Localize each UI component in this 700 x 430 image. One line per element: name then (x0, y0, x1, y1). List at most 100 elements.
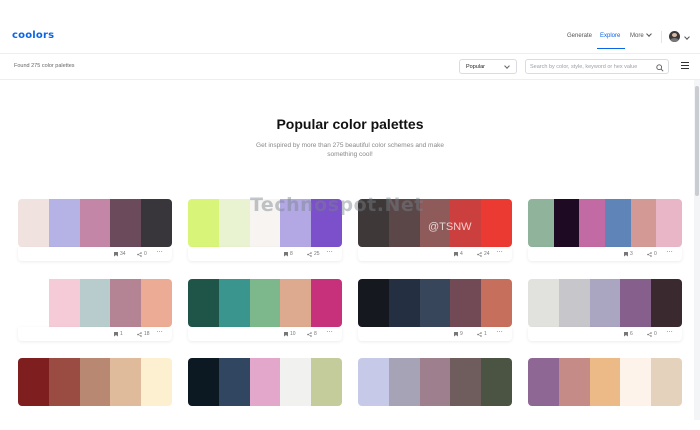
palette-card[interactable]: ··· (528, 358, 682, 406)
share-count[interactable]: 25 (307, 251, 320, 257)
color-swatch[interactable] (188, 199, 219, 247)
palette-card[interactable]: 6 0 ··· (528, 279, 682, 337)
color-swatch[interactable] (218, 199, 250, 247)
palette-swatches[interactable] (188, 279, 342, 327)
color-swatch[interactable] (141, 358, 172, 406)
more-options-icon[interactable]: ··· (156, 327, 163, 336)
color-swatch[interactable] (141, 199, 172, 247)
save-count[interactable]: 6 (624, 331, 633, 337)
sort-dropdown[interactable]: Popular (459, 59, 517, 74)
palette-card[interactable]: ··· (188, 358, 342, 406)
color-swatch[interactable] (188, 279, 219, 327)
nav-explore[interactable]: Explore (600, 33, 620, 39)
save-count[interactable]: 34 (114, 251, 126, 257)
palette-card[interactable]: 9 1 ··· (358, 279, 512, 337)
palette-swatches[interactable] (18, 199, 172, 247)
color-swatch[interactable] (249, 358, 281, 406)
palette-swatches[interactable] (358, 358, 512, 406)
user-avatar[interactable] (669, 31, 680, 42)
palette-card[interactable]: 34 0 ··· (18, 199, 172, 257)
color-swatch[interactable] (605, 199, 631, 247)
palette-swatches[interactable] (18, 279, 172, 327)
color-swatch[interactable] (79, 279, 111, 327)
color-swatch[interactable] (218, 279, 250, 327)
share-count[interactable]: 0 (647, 251, 657, 257)
save-count[interactable]: 8 (284, 251, 293, 257)
color-swatch[interactable] (110, 279, 142, 327)
color-swatch[interactable] (388, 358, 420, 406)
color-swatch[interactable] (79, 358, 111, 406)
color-swatch[interactable] (280, 279, 312, 327)
share-count[interactable]: 0 (137, 251, 147, 257)
color-swatch[interactable] (558, 279, 590, 327)
color-swatch[interactable] (110, 199, 142, 247)
more-options-icon[interactable]: ··· (666, 247, 673, 256)
color-swatch[interactable] (589, 279, 621, 327)
color-swatch[interactable] (651, 279, 682, 327)
color-swatch[interactable] (358, 358, 389, 406)
color-swatch[interactable] (553, 199, 580, 247)
more-options-icon[interactable]: ··· (496, 327, 503, 336)
color-swatch[interactable] (620, 358, 652, 406)
palette-swatches[interactable] (18, 358, 172, 406)
color-swatch[interactable] (358, 279, 389, 327)
palette-card[interactable]: 10 8 ··· (188, 279, 342, 337)
scrollbar-thumb[interactable] (695, 86, 699, 196)
more-options-icon[interactable]: ··· (666, 327, 673, 336)
color-swatch[interactable] (110, 358, 142, 406)
share-count[interactable]: 0 (647, 331, 657, 337)
chevron-down-icon[interactable] (684, 34, 690, 40)
color-swatch[interactable] (528, 279, 559, 327)
color-swatch[interactable] (141, 279, 172, 327)
save-count[interactable]: 4 (454, 251, 463, 257)
color-swatch[interactable] (311, 279, 342, 327)
color-swatch[interactable] (311, 358, 342, 406)
palette-card[interactable]: ··· (18, 358, 172, 406)
color-swatch[interactable] (481, 279, 512, 327)
color-swatch[interactable] (620, 279, 652, 327)
color-swatch[interactable] (249, 279, 281, 327)
more-options-icon[interactable]: ··· (156, 247, 163, 256)
save-count[interactable]: 10 (284, 331, 296, 337)
color-swatch[interactable] (218, 358, 250, 406)
share-count[interactable]: 24 (477, 251, 490, 257)
hamburger-menu-icon[interactable] (681, 62, 689, 69)
color-swatch[interactable] (589, 358, 621, 406)
color-swatch[interactable] (528, 199, 554, 247)
nav-generate[interactable]: Generate (567, 33, 592, 39)
color-swatch[interactable] (79, 199, 111, 247)
color-swatch[interactable] (280, 358, 312, 406)
palette-swatches[interactable] (528, 199, 682, 247)
palette-card[interactable]: 3 0 ··· (528, 199, 682, 257)
color-swatch[interactable] (419, 358, 451, 406)
coolors-logo[interactable]: coolors (12, 30, 54, 41)
palette-swatches[interactable] (358, 279, 512, 327)
color-swatch[interactable] (419, 279, 451, 327)
nav-more[interactable]: More (630, 31, 652, 39)
palette-card[interactable]: 1 18 ··· (18, 279, 172, 337)
palette-swatches[interactable] (188, 358, 342, 406)
color-swatch[interactable] (18, 358, 49, 406)
scrollbar[interactable] (694, 80, 700, 420)
search-icon[interactable] (656, 64, 664, 72)
color-swatch[interactable] (48, 199, 80, 247)
share-count[interactable]: 18 (137, 331, 150, 337)
more-options-icon[interactable]: ··· (326, 327, 333, 336)
color-swatch[interactable] (630, 199, 657, 247)
more-options-icon[interactable]: ··· (496, 247, 503, 256)
color-swatch[interactable] (656, 199, 682, 247)
color-swatch[interactable] (188, 358, 219, 406)
palette-swatches[interactable] (528, 279, 682, 327)
color-swatch[interactable] (48, 358, 80, 406)
color-swatch[interactable] (481, 358, 512, 406)
color-swatch[interactable] (558, 358, 590, 406)
share-count[interactable]: 8 (307, 331, 317, 337)
color-swatch[interactable] (18, 279, 49, 327)
save-count[interactable]: 9 (454, 331, 463, 337)
color-swatch[interactable] (450, 279, 482, 327)
color-swatch[interactable] (481, 199, 512, 247)
palette-card[interactable]: ··· (358, 358, 512, 406)
color-swatch[interactable] (48, 279, 80, 327)
palette-swatches[interactable] (528, 358, 682, 406)
save-count[interactable]: 1 (114, 331, 123, 337)
